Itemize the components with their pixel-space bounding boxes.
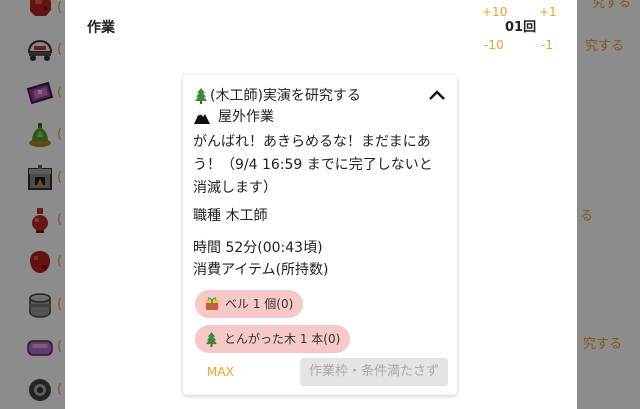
task-card: (木工師)実演を研究する 屋外作業 がんばれ！あきらめるな！まだまにあう！（9/… — [183, 75, 457, 395]
mountain-icon — [193, 109, 211, 125]
consumed-items-label: 消費アイテム(所持数) — [193, 262, 329, 278]
tree-icon — [205, 331, 218, 347]
count-minus1-button[interactable]: -1 — [541, 38, 553, 52]
item-pill-label: ベル 1 個(0) — [225, 297, 294, 311]
count-value: 01回 — [505, 20, 537, 35]
collapse-button[interactable] — [428, 89, 446, 101]
count-plus10-button[interactable]: +10 — [482, 5, 507, 19]
task-title-row: (木工師)実演を研究する — [194, 86, 361, 106]
modal-title: 作業 — [87, 20, 115, 36]
tree-icon — [194, 88, 208, 104]
max-button[interactable]: MAX — [207, 365, 234, 379]
location-row: 屋外作業 — [193, 108, 274, 126]
item-pill-bell: ベル 1 個(0) — [195, 290, 304, 318]
count-minus10-button[interactable]: -10 — [484, 38, 504, 52]
task-message: がんばれ！あきらめるな！まだまにあう！（9/4 16:59 までに完了しないと消… — [193, 134, 433, 196]
count-plus1-button[interactable]: +1 — [539, 5, 557, 19]
chevron-up-icon — [428, 89, 446, 101]
job-label: 職種 木工師 — [193, 208, 268, 224]
item-pill-pointy-wood: とんがった木 1 本(0) — [195, 325, 351, 353]
task-title: (木工師)実演を研究する — [210, 88, 361, 104]
time-label: 時間 52分(00:43頃) — [193, 240, 323, 256]
location-label: 屋外作業 — [218, 109, 274, 125]
work-modal: 作業 +10 +1 01回 -10 -1 (木工師)実演を研究する 屋外作業 が… — [65, 0, 577, 409]
gift-icon — [205, 297, 219, 311]
item-pill-label: とんがった木 1 本(0) — [224, 332, 341, 346]
start-work-button[interactable]: 作業枠・条件満たさず — [300, 358, 448, 386]
